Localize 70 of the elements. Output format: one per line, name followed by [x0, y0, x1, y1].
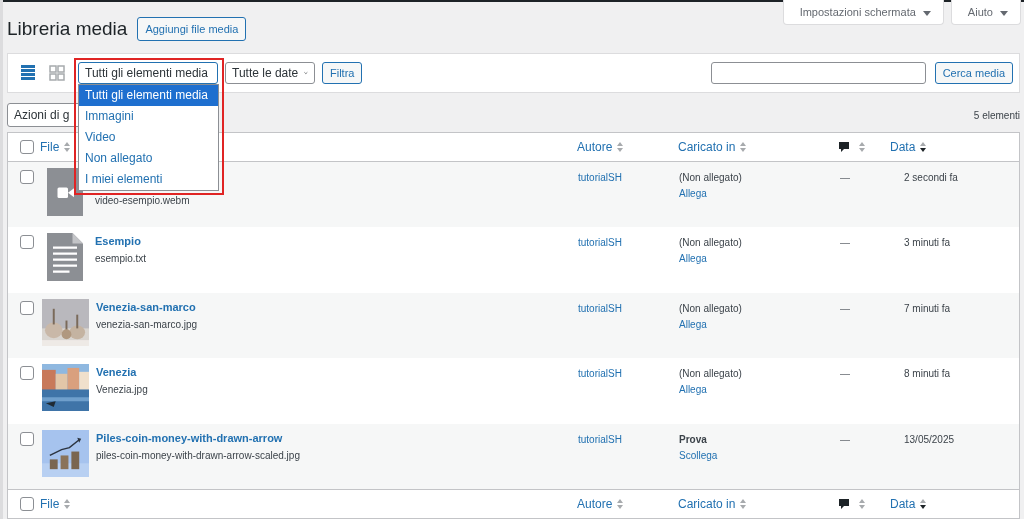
document-icon [47, 233, 83, 282]
dropdown-option[interactable]: Non allegato [79, 148, 218, 169]
file-name: venezia-san-marco.jpg [96, 318, 198, 330]
attached-to: (Non allegato) [679, 237, 742, 249]
checkbox[interactable] [20, 235, 34, 250]
dropdown-option[interactable]: I miei elementi [79, 169, 218, 190]
filter-button[interactable]: Filtra [322, 62, 363, 84]
caret-icon [922, 10, 931, 16]
column-header-link[interactable]: Caricato in [678, 496, 736, 511]
attach-link[interactable]: Allega [679, 253, 707, 265]
media-title-link[interactable]: Venezia-san-marco [96, 300, 198, 313]
attach-link[interactable]: Allega [679, 384, 707, 396]
upload-date: 3 minuti fa [904, 237, 951, 249]
file-name: Venezia.jpg [96, 384, 148, 396]
comment-count: — [840, 237, 850, 249]
column-header-link[interactable]: Autore [577, 496, 613, 511]
checkbox[interactable] [20, 431, 34, 446]
checkbox[interactable] [20, 170, 34, 184]
item-count: 5 elementi [973, 109, 1020, 121]
column-header-link[interactable]: Data [890, 496, 916, 511]
checkbox[interactable] [20, 140, 34, 154]
author-link[interactable]: tutorialSH [578, 433, 622, 445]
add-media-button[interactable]: Aggiungi file media [137, 17, 247, 41]
column-header-link[interactable]: Autore [577, 140, 613, 154]
search-button[interactable]: Cerca media [934, 62, 1013, 84]
media-title-link[interactable]: Venezia [96, 366, 148, 379]
file-name: esempio.txt [95, 253, 147, 265]
upload-date: 8 minuti fa [904, 368, 951, 380]
comment-count: — [840, 433, 850, 445]
media-title-link[interactable]: Piles-coin-money-with-drawn-arrow [96, 431, 300, 444]
column-header-link[interactable]: Caricato in [678, 140, 736, 154]
author-link[interactable]: tutorialSH [578, 172, 622, 183]
file-name: video-esempio.webm [95, 195, 190, 206]
list-view-icon[interactable] [20, 65, 36, 81]
author-link[interactable]: tutorialSH [578, 302, 622, 314]
grid-view-icon[interactable] [49, 65, 65, 81]
attach-link[interactable]: Scollega [679, 449, 718, 461]
attached-to: (Non allegato) [679, 302, 742, 314]
column-header-link[interactable]: Data [890, 140, 916, 154]
checkbox[interactable] [20, 300, 34, 315]
column-header-link[interactable]: File [40, 140, 60, 154]
comment-count: — [840, 368, 850, 380]
page-title: Libreria media [7, 18, 128, 40]
comment-bubble-icon [838, 141, 850, 153]
attach-link[interactable]: Allega [679, 188, 707, 199]
upload-date: 7 minuti fa [904, 302, 951, 314]
file-name: piles-coin-money-with-drawn-arrow-scaled.jpg [96, 449, 300, 461]
comment-count: — [840, 172, 850, 183]
dropdown-option[interactable]: Video [79, 127, 218, 148]
media-type-select[interactable]: Tutti gli elementi media [78, 62, 218, 84]
attached-to: Prova [679, 433, 707, 445]
caret-icon [1000, 10, 1008, 16]
author-link[interactable]: tutorialSH [578, 237, 622, 249]
search-field[interactable] [710, 62, 926, 84]
attach-link[interactable]: Allega [679, 318, 707, 330]
attached-to: (Non allegato) [679, 368, 742, 380]
comment-count: — [840, 302, 850, 314]
date-select[interactable]: Tutte le date [225, 62, 315, 84]
comment-bubble-icon [838, 497, 850, 510]
media-title-link[interactable]: Esempio [95, 235, 147, 248]
upload-date: 13/05/2025 [904, 433, 955, 445]
checkbox[interactable] [20, 366, 34, 381]
dropdown-option[interactable]: Tutti gli elementi media [79, 85, 218, 106]
column-header-link[interactable]: File [40, 496, 60, 511]
author-link[interactable]: tutorialSH [578, 368, 622, 380]
screen-tab[interactable]: Impostazioni schermata [782, 0, 944, 25]
checkbox[interactable] [20, 496, 34, 511]
screen-tab[interactable]: Aiuto [950, 0, 1021, 25]
upload-date: 2 secondi fa [904, 172, 958, 183]
attached-to: (Non allegato) [679, 172, 742, 183]
